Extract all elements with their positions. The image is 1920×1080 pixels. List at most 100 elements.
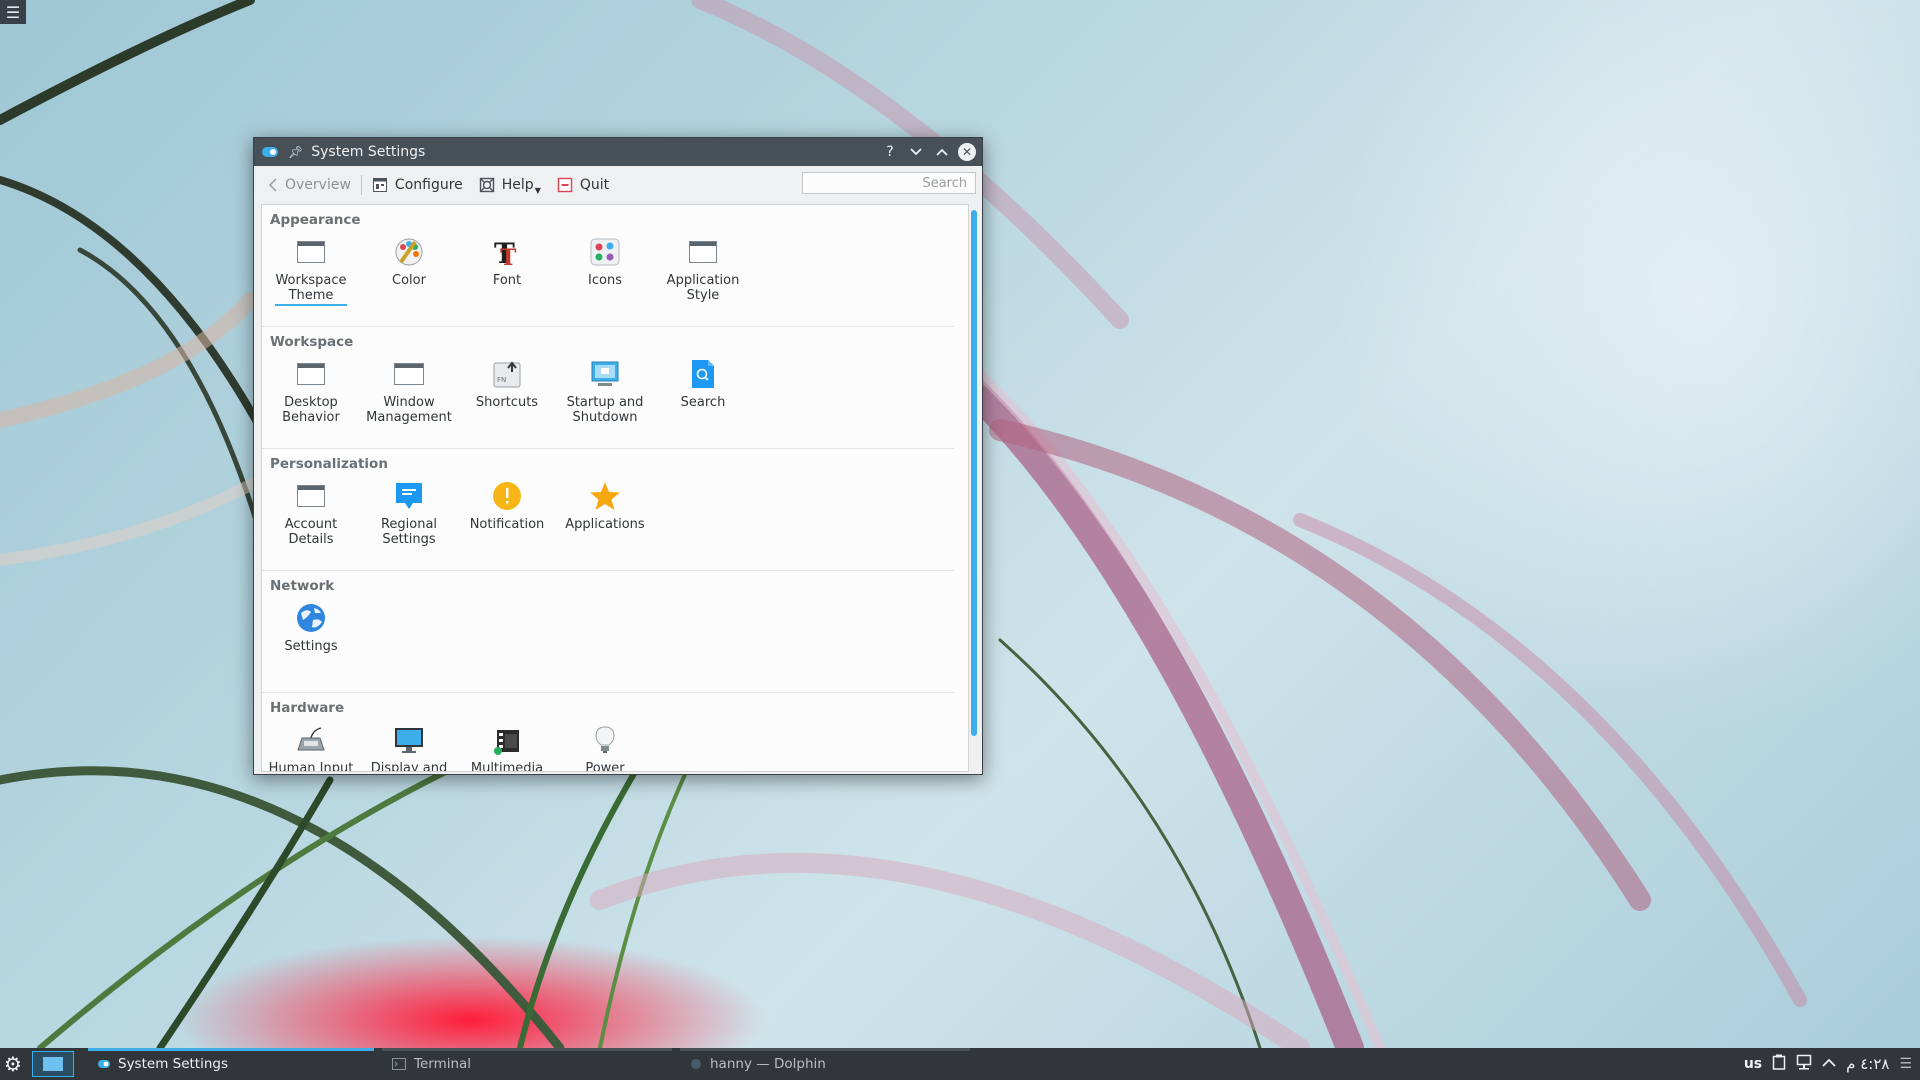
item-display-and-monitor[interactable]: Display and [360,724,458,772]
item-power[interactable]: Power [556,724,654,772]
network-icon[interactable] [1796,1054,1812,1074]
context-help-button[interactable]: ? [880,142,900,162]
section-title-network: Network [270,578,335,594]
tray-expander-icon[interactable] [1822,1056,1836,1072]
system-settings-app-icon[interactable] [262,147,278,157]
close-button[interactable]: ✕ [958,143,976,161]
clipboard-icon[interactable] [1772,1054,1786,1074]
item-human-input[interactable]: Human Input [262,724,360,772]
item-label: Application Style [666,273,740,303]
item-regional-settings[interactable]: Regional Settings [360,480,458,547]
virtual-desktop-pager[interactable] [32,1051,74,1077]
section-title-appearance: Appearance [270,212,361,228]
section-appearance: Appearance Workspace Theme Color TT Font… [262,205,954,327]
section-hardware: Hardware Human Input Display and Multime… [262,693,954,772]
font-icon: TT [491,236,523,268]
minimize-button[interactable] [906,142,926,162]
item-label: Icons [588,273,622,288]
item-network-settings[interactable]: Settings [262,602,360,654]
svg-text:FN: FN [497,376,506,384]
scrollbar-thumb[interactable] [971,210,977,736]
digital-clock[interactable]: ٤:٢٨ م [1846,1055,1889,1073]
item-desktop-behavior[interactable]: Desktop Behavior [262,358,360,425]
task-label: Terminal [414,1056,472,1072]
quit-label: Quit [579,177,610,193]
system-settings-task-icon [98,1060,110,1068]
chevron-down-icon [910,148,922,156]
item-label: Settings [284,639,338,654]
application-launcher[interactable]: ⚙ [0,1048,26,1080]
globe-icon [295,602,327,634]
lightbulb-icon [589,724,621,756]
svg-text:T: T [500,245,517,268]
quit-button[interactable]: Quit [549,170,617,200]
workspace-theme-icon [295,236,327,268]
configure-button[interactable]: Configure [364,170,471,200]
pin-icon[interactable]: 📌︎ [288,145,303,159]
hamburger-menu-icon: ☰ [5,2,21,22]
item-applications[interactable]: Applications [556,480,654,547]
content-scrollbar[interactable] [970,204,980,770]
item-search[interactable]: Search [654,358,752,425]
item-label: Human Input [268,761,354,772]
task-label: hanny — Dolphin [710,1056,826,1072]
item-label: Account Details [284,517,338,547]
item-application-style[interactable]: Application Style [654,236,752,306]
section-network: Network Settings [262,571,954,693]
configure-icon [372,177,388,193]
item-font[interactable]: TT Font [458,236,556,306]
item-workspace-theme[interactable]: Workspace Theme [262,236,360,306]
section-workspace: Workspace Desktop Behavior Window Manage… [262,327,954,449]
item-notification[interactable]: Notification [458,480,556,547]
multimedia-icon [491,724,523,756]
regional-settings-icon [393,480,425,512]
startup-shutdown-icon [589,358,621,390]
item-shortcuts[interactable]: FN Shortcuts [458,358,556,425]
item-label: Notification [469,517,545,532]
overview-button[interactable]: Overview [260,170,359,200]
item-label: Display and [370,761,448,772]
star-icon [589,480,621,512]
item-startup-shutdown[interactable]: Startup and Shutdown [556,358,654,425]
item-account-details[interactable]: Account Details [262,480,360,547]
item-window-management[interactable]: Window Management [360,358,458,425]
item-label: Startup and Shutdown [566,395,644,425]
overview-label: Overview [285,177,351,193]
panel-options-icon[interactable]: ☰ [1899,1056,1912,1072]
maximize-button[interactable] [932,142,952,162]
search-input[interactable] [802,172,976,194]
main-toolbar: Overview Configure Help ▼ Quit [254,166,982,204]
account-details-icon [295,480,327,512]
keyboard-layout-indicator[interactable]: us [1744,1056,1762,1072]
settings-category-view: Appearance Workspace Theme Color TT Font… [261,204,969,772]
chevron-left-icon [268,178,278,192]
monitor-icon [393,724,425,756]
desktop-menu-button[interactable]: ☰ [0,0,26,24]
section-title-workspace: Workspace [270,334,354,350]
shortcuts-icon: FN [491,358,523,390]
task-system-settings[interactable]: System Settings [88,1048,374,1080]
item-icons[interactable]: Icons [556,236,654,306]
item-multimedia[interactable]: Multimedia [458,724,556,771]
notification-icon [491,480,523,512]
application-style-icon [687,236,719,268]
task-dolphin[interactable]: hanny — Dolphin [680,1048,970,1080]
system-settings-window: 📌︎ System Settings ? ✕ Overview Configur… [253,137,983,775]
icons-icon [589,236,621,268]
task-indicator [680,1048,970,1051]
desktop-1-thumbnail[interactable] [43,1057,63,1071]
task-terminal[interactable]: Terminal [382,1048,672,1080]
section-title-hardware: Hardware [270,700,345,716]
window-titlebar[interactable]: 📌︎ System Settings ? ✕ [254,138,982,166]
taskbar: ⚙ System Settings Terminal hanny — Dolph… [0,1048,1920,1080]
help-menu-button[interactable]: Help ▼ [471,170,549,200]
item-label: Power [585,761,625,772]
task-label: System Settings [118,1056,229,1072]
section-personalization: Personalization Account Details Regional… [262,449,954,571]
input-devices-icon [295,724,327,756]
window-title: System Settings [311,144,426,160]
item-label: Regional Settings [380,517,438,547]
item-label: Window Management [366,395,452,425]
task-indicator [382,1048,672,1051]
item-color[interactable]: Color [360,236,458,306]
